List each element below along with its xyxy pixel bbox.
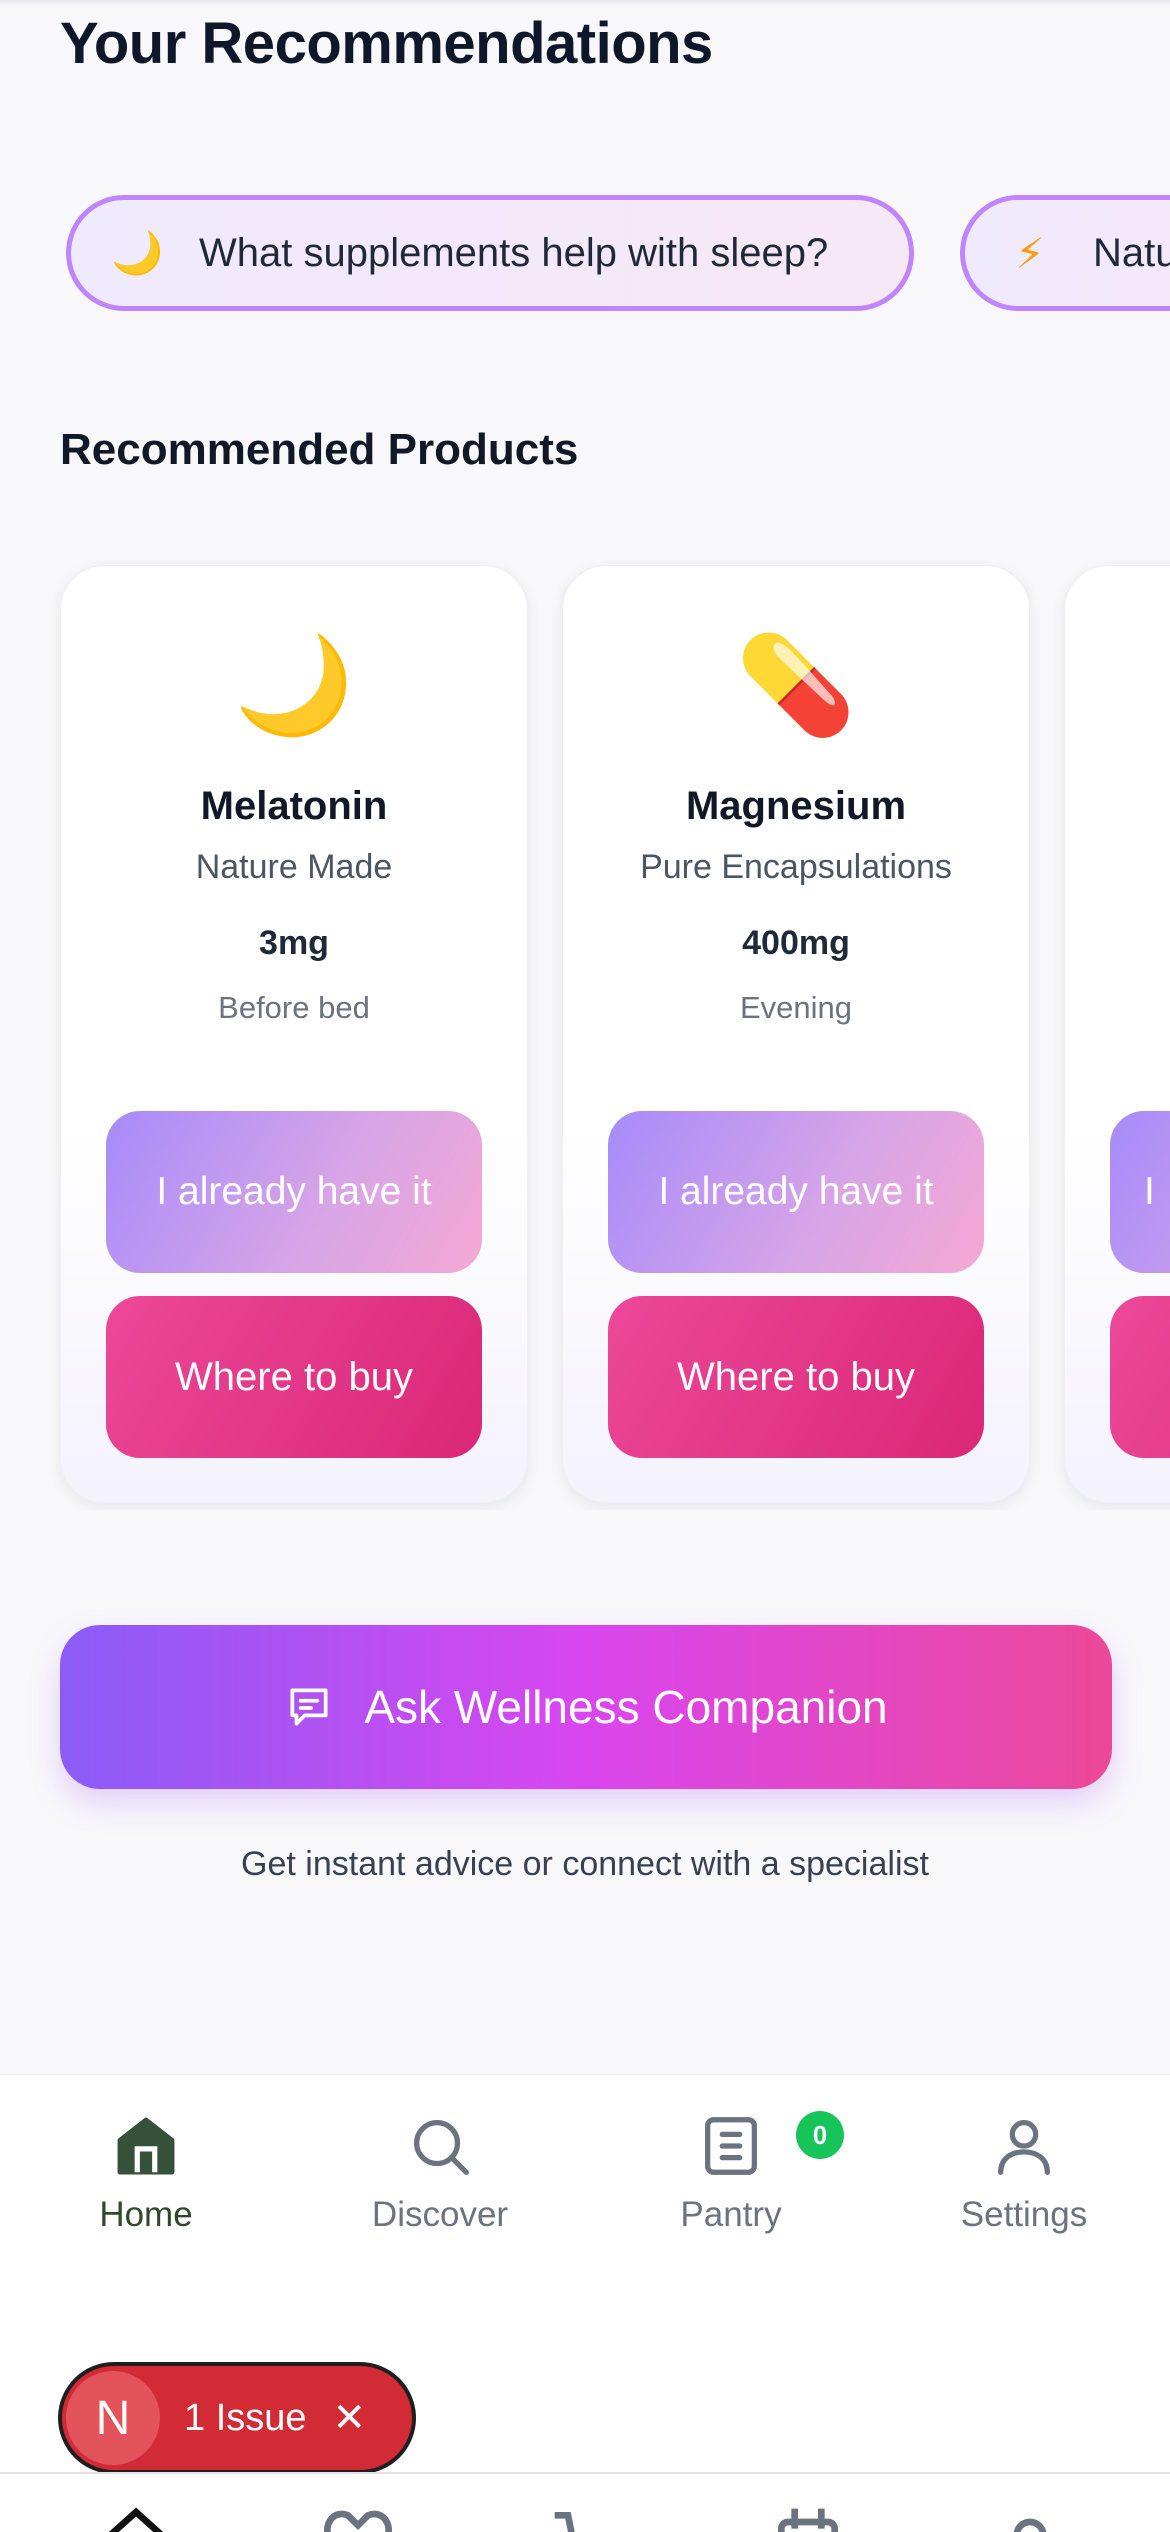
nav-discover[interactable]: Discover — [320, 2111, 560, 2235]
pantry-icon — [705, 2117, 757, 2175]
profile-icon[interactable] — [990, 2502, 1070, 2532]
nav-home[interactable]: Home — [26, 2111, 266, 2235]
product-card-melatonin: 🌙 Melatonin Nature Made 3mg Before bed I… — [60, 565, 528, 1503]
nav-label: Pantry — [680, 2195, 782, 2234]
chip-label: What supplements help with sleep? — [199, 230, 829, 275]
ask-button-label: Ask Wellness Companion — [364, 1681, 888, 1733]
where-to-buy-button[interactable]: Where to buy — [106, 1296, 482, 1458]
chip-label: Natu — [1093, 230, 1170, 275]
moon-icon: 🌙 — [111, 228, 164, 276]
chip-energy-question[interactable]: ⚡ Natu — [960, 195, 1170, 311]
crescent-moon-icon: 🌙 — [234, 632, 354, 739]
page-title: Your Recommendations — [60, 11, 713, 76]
already-have-button[interactable]: I — [1110, 1111, 1170, 1273]
home-outline-icon[interactable] — [96, 2502, 176, 2532]
product-timing: Evening — [739, 990, 853, 1025]
nav-label: Discover — [371, 2195, 509, 2234]
suggestion-chips: 🌙 What supplements help with sleep? ⚡ Na… — [66, 195, 1170, 313]
pill-icon: 💊 — [736, 632, 856, 739]
chip-sleep-question[interactable]: 🌙 What supplements help with sleep? — [66, 195, 914, 311]
product-brand: Nature Made — [195, 848, 393, 886]
nextjs-logo-icon: N — [66, 2371, 160, 2465]
section-title: Recommended Products — [60, 425, 579, 474]
companion-subtitle: Get instant advice or connect with a spe… — [241, 1845, 929, 1883]
issue-count: 1 Issue — [184, 2396, 307, 2439]
product-name: Magnesium — [685, 784, 907, 828]
product-dose: 400mg — [742, 924, 850, 962]
nav-pantry[interactable]: 0 Pantry — [611, 2111, 851, 2235]
user-icon — [998, 2120, 1050, 2175]
product-brand: Pure Encapsulations — [640, 848, 952, 886]
calendar-icon[interactable] — [768, 2502, 848, 2532]
top-edge-shadow — [0, 0, 1170, 6]
product-name: Melatonin — [200, 784, 388, 828]
nav-settings[interactable]: Settings — [904, 2111, 1144, 2235]
close-icon[interactable]: ✕ — [333, 2398, 367, 2438]
browser-toolbar — [0, 2472, 1170, 2532]
product-carousel: 🌙 Melatonin Nature Made 3mg Before bed I… — [0, 560, 1170, 1510]
issue-toast[interactable]: N 1 Issue ✕ — [58, 2362, 416, 2474]
chat-icon — [290, 1688, 328, 1726]
product-card-partial: I — [1064, 565, 1170, 1503]
product-timing: Before bed — [218, 990, 370, 1025]
ask-wellness-companion-button[interactable]: Ask Wellness Companion — [60, 1625, 1112, 1789]
cart-icon[interactable] — [548, 2502, 628, 2532]
already-have-button[interactable]: I already have it — [608, 1111, 984, 1273]
nav-label: Settings — [960, 2195, 1088, 2234]
product-card-magnesium: 💊 Magnesium Pure Encapsulations 400mg Ev… — [562, 565, 1030, 1503]
search-icon — [414, 2120, 469, 2175]
home-icon — [117, 2117, 175, 2175]
heart-icon[interactable] — [318, 2502, 398, 2532]
nav-label: Home — [99, 2195, 193, 2234]
already-have-button[interactable]: I already have it — [106, 1111, 482, 1273]
product-dose: 3mg — [259, 924, 329, 962]
pantry-count-badge: 0 — [796, 2111, 844, 2159]
where-to-buy-button[interactable]: Where to buy — [608, 1296, 984, 1458]
lightning-icon: ⚡ — [1015, 229, 1045, 277]
where-to-buy-button[interactable] — [1110, 1296, 1170, 1458]
